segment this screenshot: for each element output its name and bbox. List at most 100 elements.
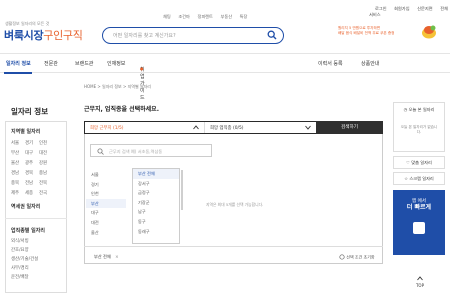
reset-label: 선택 조건 초기화 [346, 254, 375, 260]
sido-item[interactable]: 대전 [86, 218, 126, 228]
region-link[interactable]: 전북 [39, 180, 53, 186]
top-link[interactable]: 조건마 [178, 14, 190, 19]
region-link[interactable]: 경기 [25, 140, 39, 146]
page-title: 근무지, 업직종을 선택하세요. [84, 106, 159, 113]
region-selector[interactable]: 희망 근무지 (1/5) [85, 122, 205, 133]
clock-icon: ◷ [403, 107, 408, 112]
app-ad-line2: 더 빠르게 [406, 204, 432, 211]
region-section-title[interactable]: 지역별 일자리 [11, 128, 40, 135]
today-viewed-title[interactable]: ◷ 오늘 본 일자리 [394, 107, 444, 113]
util-links: 로그인 회원가입 신문지면 전체서비스 [369, 6, 450, 18]
nav-item-resume[interactable]: 이력서 등록 [318, 60, 343, 67]
region-selector-label: 희망 근무지 (1/5) [90, 126, 124, 131]
top-link[interactable]: 특장 [240, 14, 248, 19]
app-icon [413, 222, 425, 234]
job-selector[interactable]: 희망 업직종 (0/5) [205, 122, 316, 133]
gugun-item[interactable]: 금정구 [133, 188, 179, 198]
region-link[interactable]: 대전 [39, 150, 53, 156]
today-viewed-box: ◷ 오늘 본 일자리 오늘 본 일자리가 없습니다. [393, 102, 445, 152]
sido-item[interactable]: 대구 [86, 208, 126, 218]
region-link[interactable]: 전국 [39, 190, 53, 196]
search-icon[interactable] [267, 30, 277, 42]
region-link[interactable]: 세종 [25, 190, 39, 196]
sido-item[interactable]: 울산 [86, 228, 126, 238]
job-list: 외식/서빙 간호/요양 생산/기술/건설 사무/경리 운전/배달 [11, 237, 38, 282]
gugun-item[interactable]: 동래구 [133, 227, 179, 237]
gugun-list: 부산 전체 강서구 금정구 기장군 남구 동구 동래구 [132, 168, 180, 244]
logo-main: 벼룩시장 [4, 29, 44, 42]
promo-banner[interactable]: 원리지 5 만원으로 투자하면 배달 음식 배달비 전액 무료 쿠폰 증정 [338, 26, 410, 36]
sido-item[interactable]: 서울 [86, 170, 126, 180]
top-link[interactable]: 부동산 [220, 14, 232, 19]
login-link[interactable]: 로그인 [375, 6, 387, 11]
station-section-title[interactable]: 역세권 일자리 [11, 203, 40, 210]
job-link[interactable]: 생산/기술/건설 [11, 255, 38, 264]
gugun-item-selected[interactable]: 부산 전체 [133, 169, 179, 179]
scrollbar[interactable] [181, 170, 183, 210]
search-box[interactable]: 어떤 일자리를 찾고 계신가요? [102, 27, 284, 44]
nav-item-jobs[interactable]: 일자리 정보 [6, 60, 31, 67]
selected-chip[interactable]: 부산 전체 × [94, 254, 119, 260]
region-link[interactable]: 경남 [11, 170, 25, 176]
search-apply-button[interactable]: 검색하기 [316, 121, 383, 134]
logo[interactable]: 벼룩시장구인구직 [4, 27, 83, 43]
nav-item-talent[interactable]: 인재정보 [107, 60, 125, 67]
region-link[interactable]: 인천 [39, 140, 53, 146]
chevron-up-icon [193, 125, 199, 132]
nav-active-underline [4, 72, 32, 74]
custom-jobs-link[interactable]: ♡ 맞춤 일자리 [393, 156, 445, 169]
gugun-item[interactable]: 기장군 [133, 198, 179, 208]
region-link[interactable]: 제주 [11, 190, 25, 196]
region-link[interactable]: 서울 [11, 140, 25, 146]
nav-item-special[interactable]: 전문관 [44, 60, 58, 67]
logo-accent: 구인구직 [43, 29, 83, 42]
job-section-title[interactable]: 업직종별 일자리 [11, 227, 45, 234]
gugun-item[interactable]: 강서구 [133, 179, 179, 189]
scroll-top-button[interactable]: TOP [413, 276, 427, 288]
search-input[interactable]: 어떤 일자리를 찾고 계신가요? [113, 32, 176, 39]
region-link[interactable]: 울산 [11, 160, 25, 166]
job-link[interactable]: 운전/배달 [11, 273, 38, 282]
selector-bar: 희망 근무지 (1/5) 희망 업직종 (0/5) 검색하기 [84, 121, 383, 134]
promo-line: 배달 음식 배달비 전액 무료 쿠폰 증정 [338, 31, 395, 35]
top-links: 채팅 조건마 정피렌트 부동산 특장 [163, 14, 253, 20]
region-link[interactable]: 충남 [39, 170, 53, 176]
reset-button[interactable]: 선택 조건 초기화 [339, 254, 375, 261]
top-link[interactable]: 정피렌트 [197, 14, 212, 19]
heart-icon: ♡ [406, 160, 410, 165]
job-link[interactable]: 간호/요양 [11, 246, 38, 255]
search-apply-label: 검색하기 [341, 125, 358, 130]
scroll-top-label: TOP [415, 283, 424, 288]
nav-item-products[interactable]: 상품안내 [361, 60, 379, 67]
job-selector-label: 희망 업직종 (0/5) [210, 126, 244, 131]
sido-item-selected[interactable]: 부산 [86, 198, 126, 209]
gugun-item[interactable]: 동구 [133, 217, 179, 227]
sido-item[interactable]: 경기 [86, 180, 126, 190]
main-nav: 일자리 정보 전문관 브랜드관 인재정보 취업가이드 ● 이력서 등록 상품안내 [0, 53, 450, 101]
region-link[interactable]: 경북 [25, 170, 39, 176]
refresh-icon [339, 254, 345, 261]
scrap-jobs-link[interactable]: ☆ 스크랩 일자리 [393, 172, 445, 185]
sido-item[interactable]: 인천 [86, 189, 126, 199]
promo-coin-icon [420, 24, 438, 42]
top-link[interactable]: 채팅 [163, 14, 171, 19]
region-link[interactable]: 대구 [25, 150, 39, 156]
job-link[interactable]: 외식/서빙 [11, 237, 38, 246]
region-link[interactable]: 강원 [39, 160, 53, 166]
region-link[interactable]: 충북 [11, 180, 25, 186]
nav-item-brand[interactable]: 브랜드관 [75, 60, 93, 67]
region-link[interactable]: 부산 [11, 150, 25, 156]
job-link[interactable]: 사무/경리 [11, 264, 38, 273]
chevron-down-icon [305, 125, 311, 132]
paper-link[interactable]: 신문지면 [417, 6, 432, 11]
arrow-up-icon [413, 276, 427, 283]
gugun-item[interactable]: 남구 [133, 207, 179, 217]
today-viewed-label: 오늘 본 일자리 [408, 107, 435, 112]
region-keyword-input[interactable]: 근무지 검색 예) 서초동,역삼동 [90, 144, 212, 157]
divider [5, 218, 67, 219]
region-link[interactable]: 광주 [25, 160, 39, 166]
region-link[interactable]: 전남 [25, 180, 39, 186]
join-link[interactable]: 회원가입 [394, 6, 409, 11]
app-ad-banner[interactable]: 앱 에서 더 빠르게 [393, 190, 445, 255]
close-icon[interactable]: × [115, 254, 119, 259]
